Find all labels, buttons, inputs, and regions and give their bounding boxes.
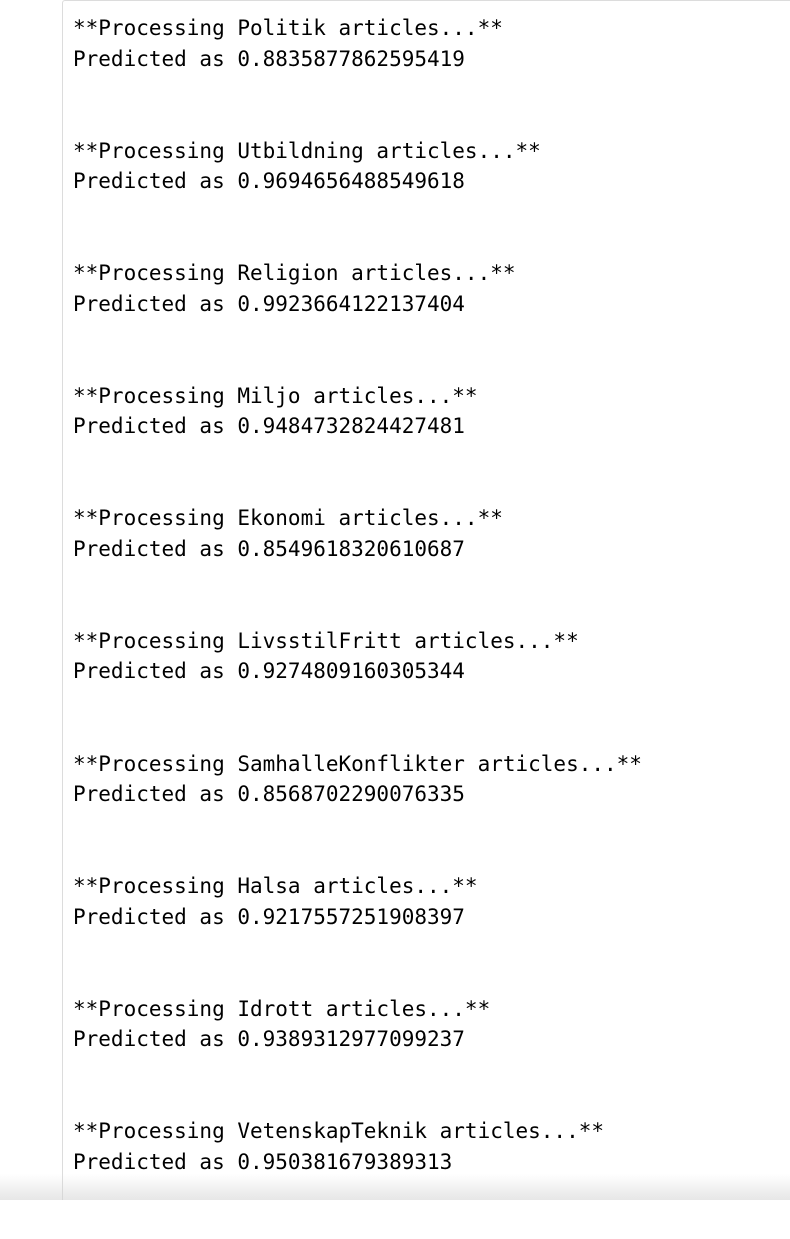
processing-line: **Processing Politik articles...**	[73, 16, 503, 40]
processing-line: **Processing Miljo articles...**	[73, 383, 478, 408]
output-block: **Processing Politik articles...** Predi…	[73, 13, 642, 136]
output-block: **Processing SamhalleKonflikter articles…	[73, 749, 642, 872]
predicted-line: Predicted as 0.8568702290076335	[73, 782, 465, 807]
processing-line: **Processing Ekonomi articles...**	[73, 506, 503, 531]
predicted-line: Predicted as 0.8549618320610687	[73, 536, 465, 561]
output-block: **Processing Idrott articles...** Predic…	[73, 994, 642, 1117]
processing-line: **Processing Idrott articles...**	[73, 996, 491, 1021]
output-stream: **Processing Politik articles...** Predi…	[73, 13, 642, 1239]
processing-line: **Processing SamhalleKonflikter articles…	[73, 751, 642, 776]
processing-line: **Processing Religion articles...**	[73, 261, 516, 286]
predicted-line: Predicted as 0.9694656488549618	[73, 169, 465, 194]
predicted-line: Predicted as 0.8835877862595419	[73, 46, 465, 71]
predicted-line: Predicted as 0.9274809160305344	[73, 659, 465, 684]
predicted-line: Predicted as 0.950381679389313	[73, 1149, 453, 1174]
output-block: **Processing Ekonomi articles...** Predi…	[73, 503, 642, 626]
output-block: **Processing Halsa articles...** Predict…	[73, 871, 642, 994]
predicted-line: Predicted as 0.9217557251908397	[73, 904, 465, 929]
notebook-page: { "output": { "blocks": [ {"processing":…	[0, 0, 790, 1200]
cell-output-area: **Processing Politik articles...** Predi…	[62, 0, 790, 1200]
processing-line: **Processing LivsstilFritt articles...**	[73, 628, 579, 653]
processing-line: **Processing Utbildning articles...**	[73, 138, 541, 163]
predicted-line: Predicted as 0.9389312977099237	[73, 1027, 465, 1052]
output-block: **Processing Miljo articles...** Predict…	[73, 381, 642, 504]
bottom-edge-shadow	[0, 1174, 790, 1200]
processing-line: **Processing VetenskapTeknik articles...…	[73, 1119, 605, 1144]
predicted-line: Predicted as 0.9923664122137404	[73, 291, 465, 316]
output-block: **Processing LivsstilFritt articles...**…	[73, 626, 642, 749]
output-block: **Processing Religion articles...** Pred…	[73, 258, 642, 381]
predicted-line: Predicted as 0.9484732824427481	[73, 414, 465, 439]
output-block: **Processing Utbildning articles...** Pr…	[73, 136, 642, 259]
processing-line: **Processing Halsa articles...**	[73, 874, 478, 899]
